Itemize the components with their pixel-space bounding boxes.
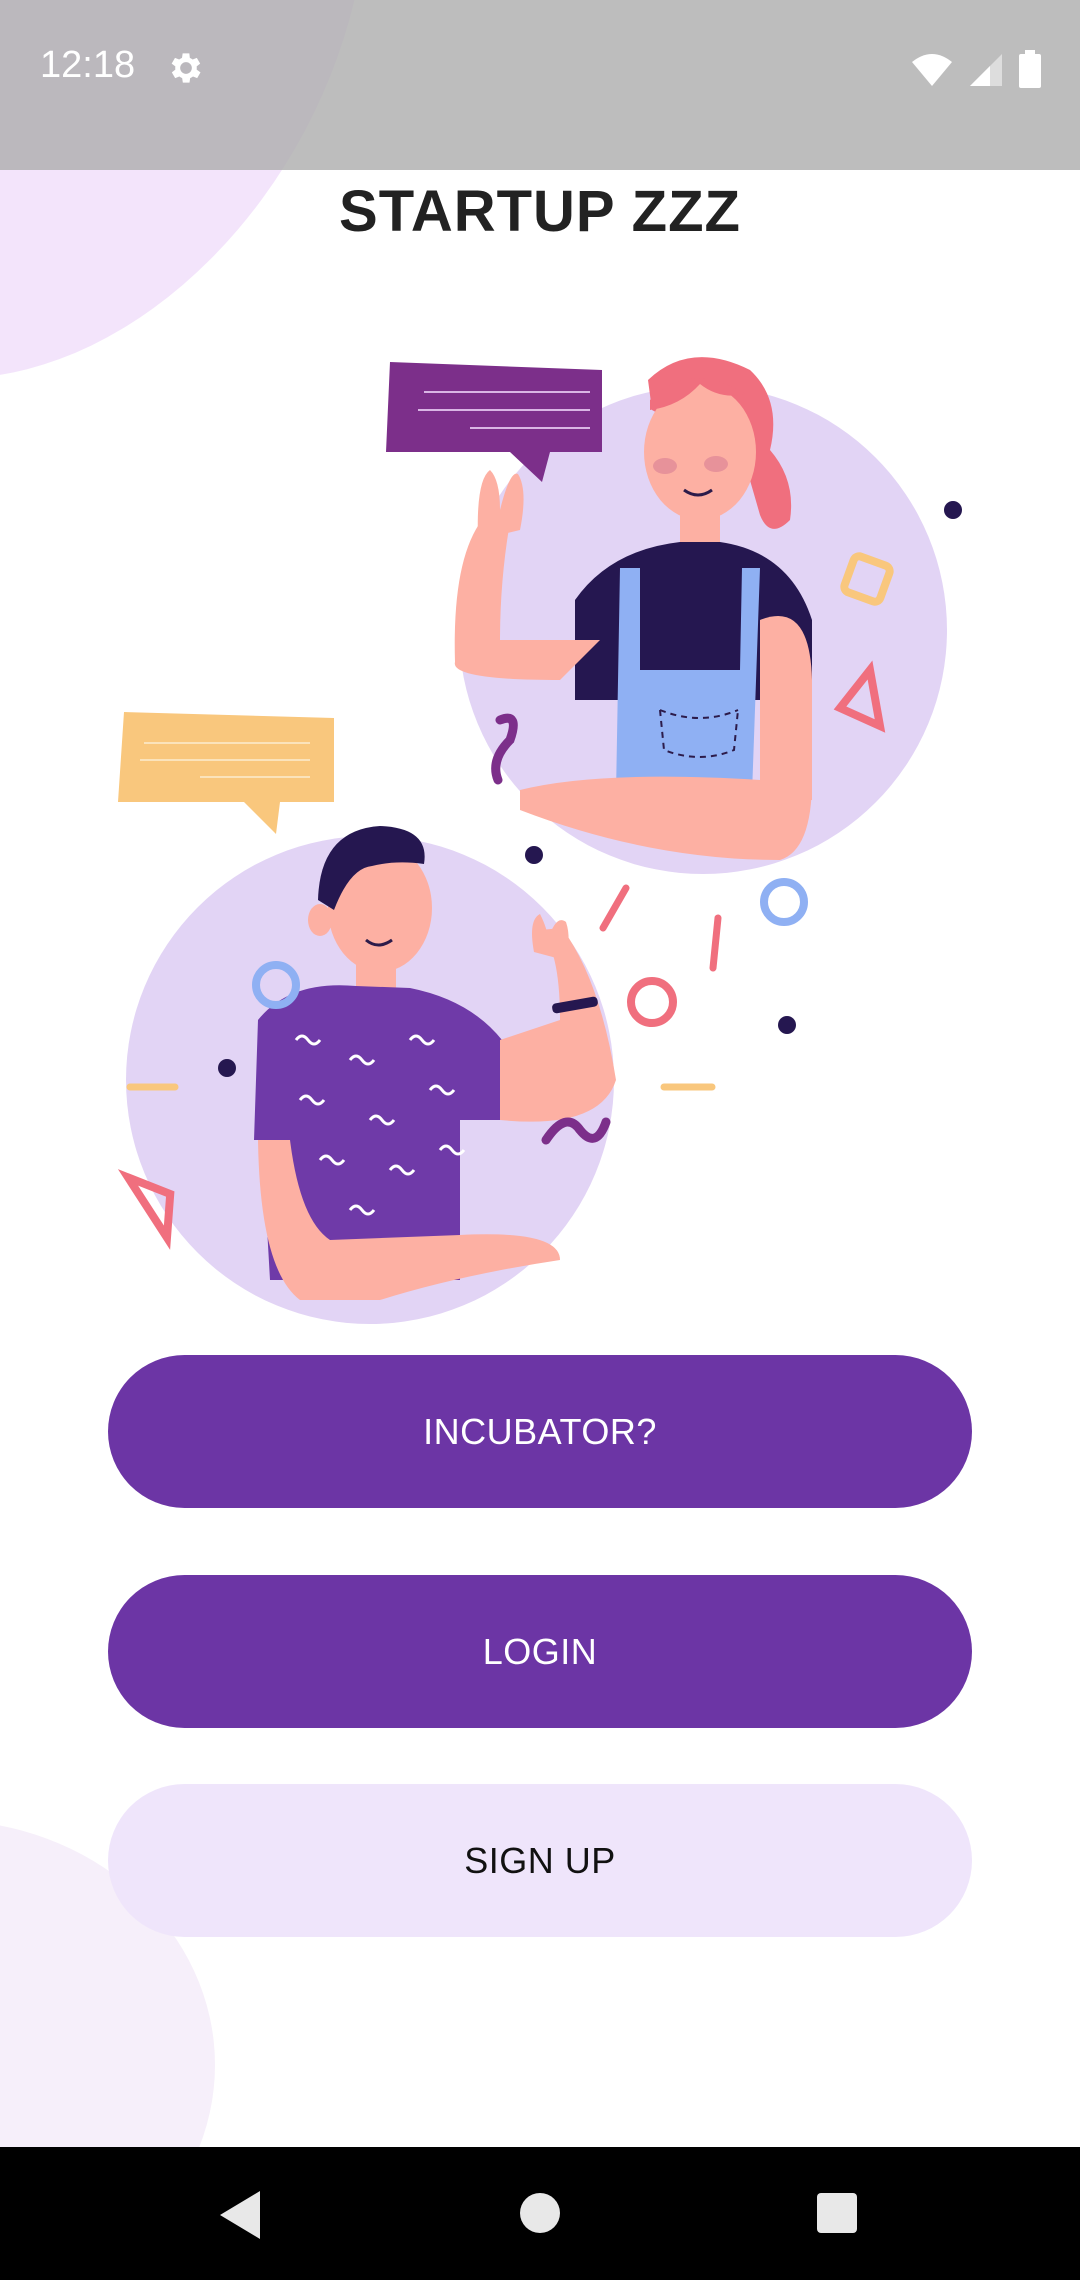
status-time: 12:18 bbox=[40, 44, 136, 86]
settings-icon bbox=[171, 53, 201, 83]
recents-icon[interactable] bbox=[817, 2193, 857, 2233]
login-button[interactable]: LOGIN bbox=[108, 1575, 972, 1728]
signup-button[interactable]: SIGN UP bbox=[108, 1784, 972, 1937]
back-icon[interactable] bbox=[220, 2191, 260, 2239]
battery-icon bbox=[1019, 50, 1041, 88]
wifi-icon bbox=[912, 54, 952, 86]
chat-illustration bbox=[117, 357, 962, 1324]
incubator-button[interactable]: INCUBATOR? bbox=[108, 1355, 972, 1508]
navigation-bar bbox=[0, 2147, 1080, 2280]
app-title: STARTUP ZZZ bbox=[339, 179, 741, 244]
status-icons bbox=[910, 50, 1042, 88]
welcome-screen: 12:18 STARTUP ZZZ INCUBATOR? LOGIN SIGN … bbox=[0, 0, 1080, 2280]
home-icon[interactable] bbox=[520, 2193, 560, 2233]
cellular-signal-icon bbox=[970, 54, 1002, 86]
status-bar: 12:18 bbox=[0, 0, 1080, 170]
